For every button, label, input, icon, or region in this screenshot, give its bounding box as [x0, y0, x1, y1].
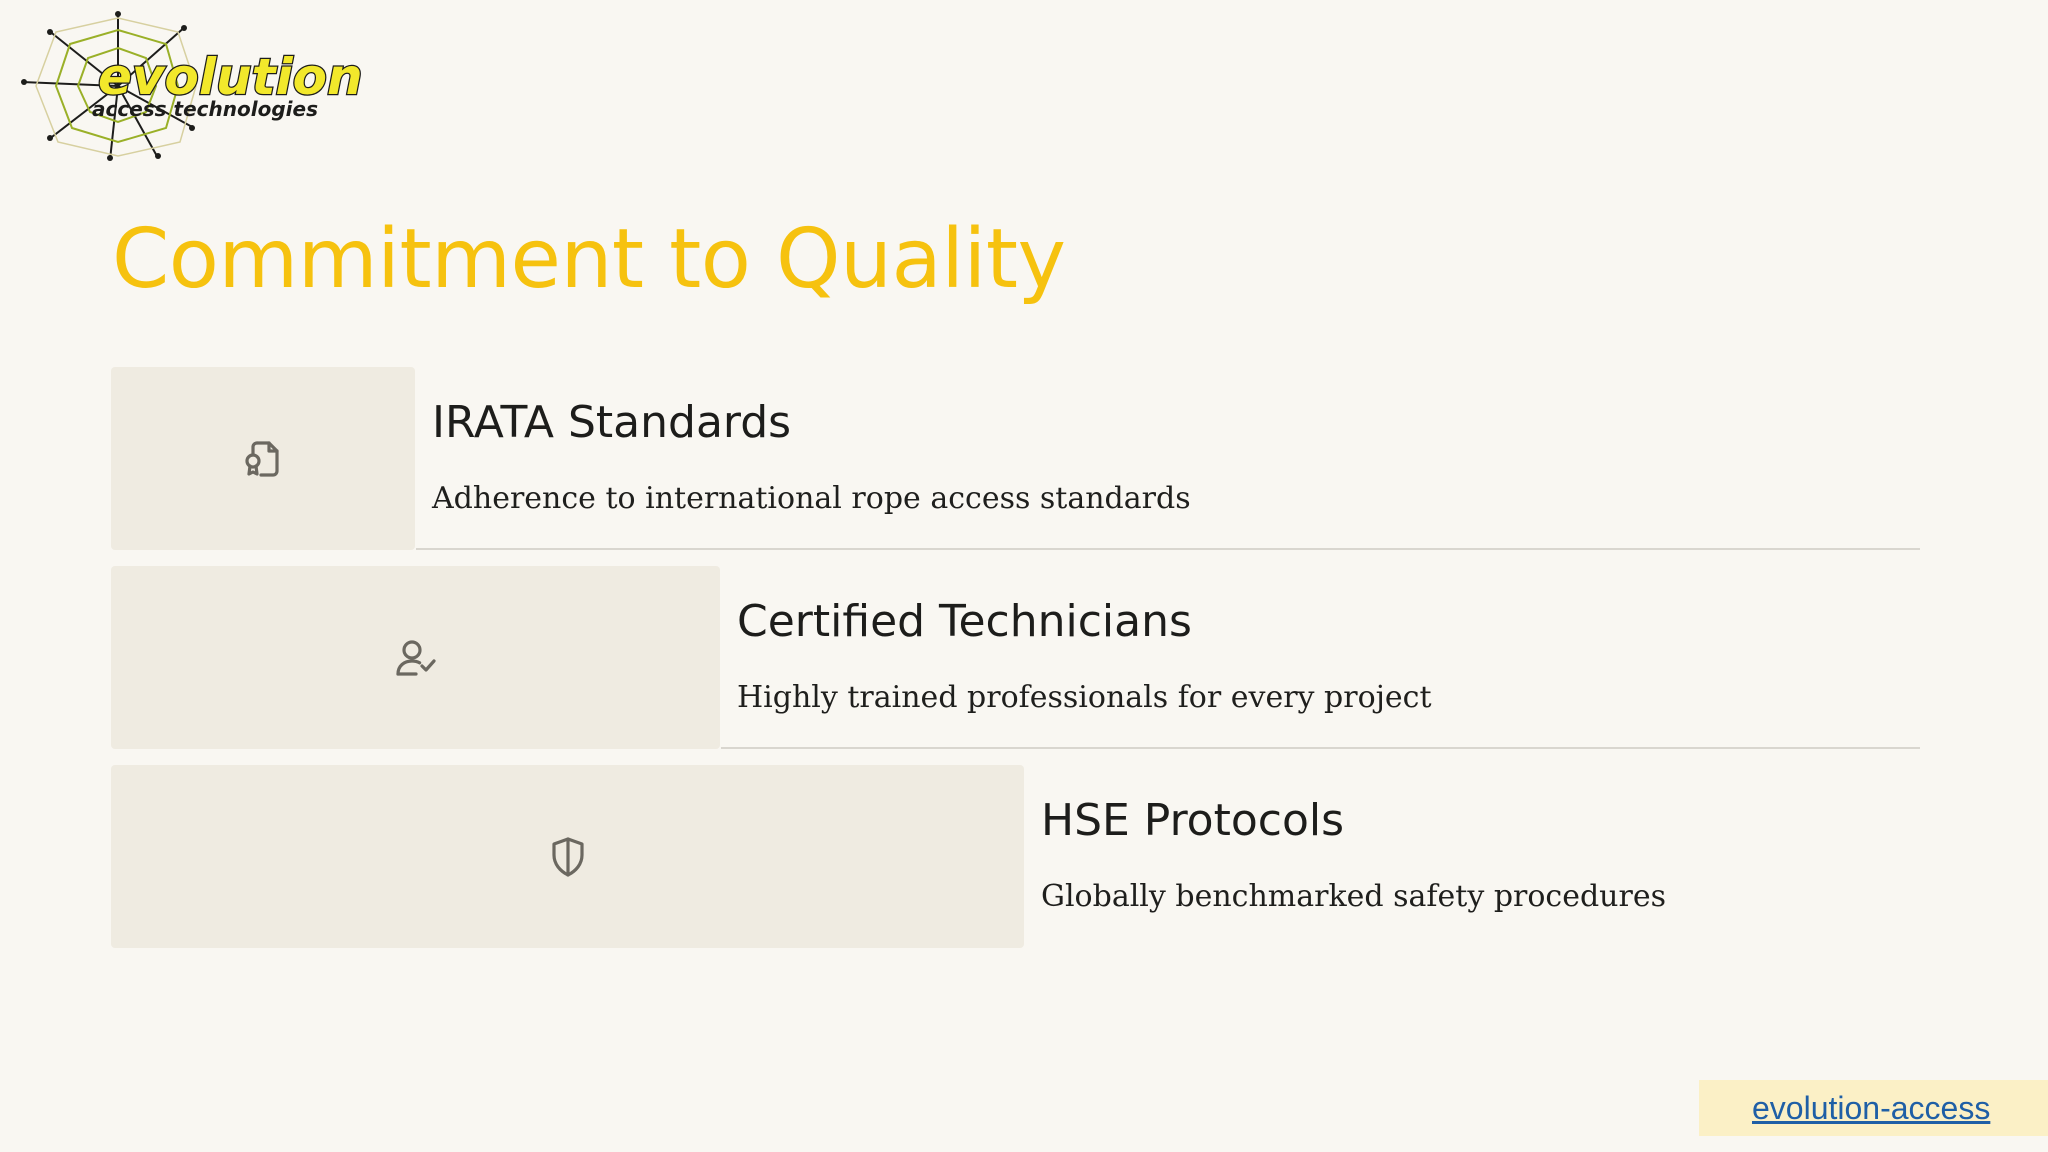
- user-check-icon: [395, 639, 436, 676]
- footer-link-container: evolution-access: [1699, 1080, 2048, 1136]
- website-link[interactable]: evolution-access: [1752, 1088, 1990, 1128]
- divider: [721, 747, 1920, 749]
- logo-tagline: access technologies: [92, 97, 318, 121]
- divider: [416, 548, 1920, 550]
- certificate-document-icon: [245, 440, 279, 477]
- item-title: HSE Protocols: [1041, 795, 1345, 846]
- item-text: Certified Technicians Highly trained pro…: [721, 566, 1920, 749]
- item-text: HSE Protocols Globally benchmarked safet…: [1041, 765, 1920, 948]
- item-description: Globally benchmarked safety procedures: [1041, 879, 1666, 914]
- icon-panel: [111, 765, 1024, 948]
- item-description: Highly trained professionals for every p…: [737, 680, 1432, 715]
- icon-panel: [111, 367, 415, 550]
- shield-icon: [551, 836, 584, 877]
- quality-item-technicians: Certified Technicians Highly trained pro…: [111, 566, 1920, 749]
- quality-item-irata: IRATA Standards Adherence to internation…: [111, 367, 1920, 550]
- item-text: IRATA Standards Adherence to internation…: [416, 367, 1920, 550]
- spider-web-logo-graphic: evolution access technologies: [21, 11, 364, 161]
- item-title: IRATA Standards: [432, 397, 792, 448]
- item-description: Adherence to international rope access s…: [432, 481, 1191, 516]
- page-title: Commitment to Quality: [112, 212, 1066, 307]
- item-title: Certified Technicians: [737, 596, 1192, 647]
- icon-panel: [111, 566, 720, 749]
- quality-item-hse: HSE Protocols Globally benchmarked safet…: [111, 765, 1920, 948]
- company-logo: evolution access technologies: [18, 8, 368, 164]
